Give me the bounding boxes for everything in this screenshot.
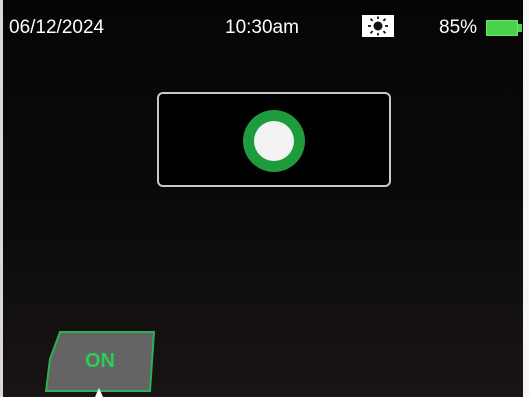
- device-screen: 06/12/2024 10:30am 85% ON: [0, 0, 529, 397]
- screen-bezel-right: [523, 0, 529, 397]
- date-display: 06/12/2024: [9, 17, 105, 38]
- power-on-label: ON: [85, 350, 115, 372]
- brightness-button[interactable]: [362, 15, 394, 37]
- record-icon-center: [254, 121, 294, 161]
- battery-percent: 85%: [439, 17, 478, 38]
- screen-bezel-left: [0, 0, 3, 397]
- sun-icon: [368, 16, 388, 36]
- battery-terminal: [518, 24, 522, 32]
- time-display: 10:30am: [225, 17, 299, 38]
- pointer-arrow-icon: [95, 388, 103, 397]
- battery-icon: [486, 20, 518, 36]
- status-bar: 06/12/2024 10:30am 85%: [0, 0, 523, 50]
